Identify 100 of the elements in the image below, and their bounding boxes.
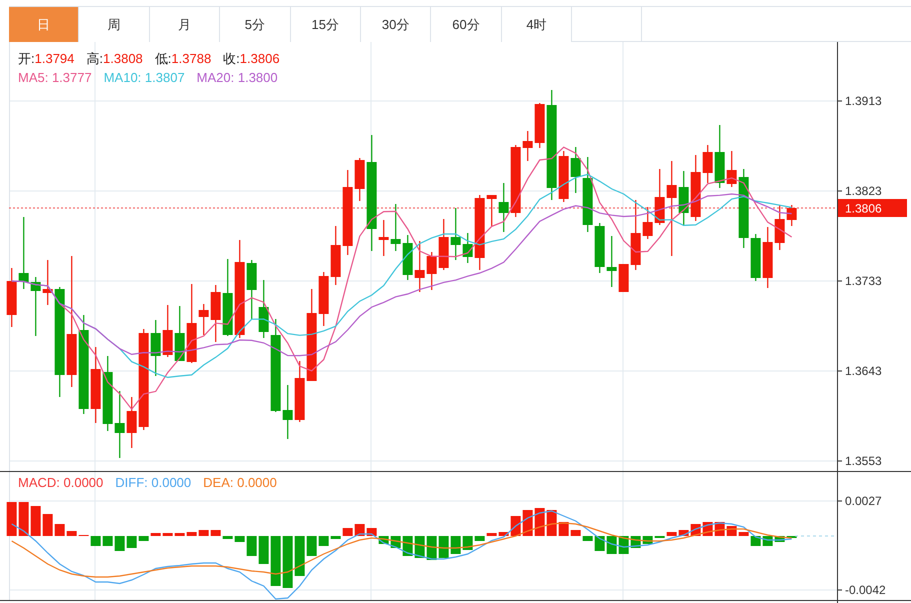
candlestick xyxy=(258,280,269,338)
candlestick xyxy=(174,306,185,361)
current-price-tag: 1.3806 xyxy=(838,199,907,217)
macd-bar xyxy=(114,536,125,551)
macd-bar xyxy=(342,528,353,536)
candlestick xyxy=(402,235,413,280)
candlestick xyxy=(114,391,125,458)
candlestick xyxy=(594,223,605,273)
candlestick xyxy=(630,200,641,270)
moving-average-reading: MA5: 1.3777 xyxy=(18,70,92,85)
candlestick xyxy=(606,236,617,287)
period-tab[interactable]: 4时 xyxy=(502,7,572,42)
candlestick xyxy=(330,226,341,285)
macd-bar xyxy=(66,531,77,536)
candlestick xyxy=(30,277,41,336)
candlestick xyxy=(210,285,221,342)
period-tab[interactable]: 月 xyxy=(150,7,220,42)
macd-bar xyxy=(222,536,233,539)
candlestick xyxy=(390,204,401,251)
macd-reading: DEA: 0.0000 xyxy=(203,475,277,490)
macd-bar xyxy=(318,536,329,546)
candlestick xyxy=(774,205,785,250)
candlestick xyxy=(42,260,53,305)
macd-bar xyxy=(270,536,281,586)
period-tab[interactable]: 5分 xyxy=(220,7,291,42)
candlestick xyxy=(246,260,257,319)
candlestick xyxy=(522,131,533,161)
macd-bar xyxy=(582,536,593,541)
macd-bar xyxy=(450,536,461,554)
candlestick xyxy=(762,227,773,288)
candlestick xyxy=(510,145,521,217)
axis-label: 1.3913 xyxy=(845,94,882,108)
macd-bar xyxy=(162,533,173,536)
macd-bar xyxy=(438,536,449,558)
macd-bar xyxy=(486,533,497,536)
candlestick xyxy=(486,195,497,226)
candlestick xyxy=(498,183,509,232)
macd-bar xyxy=(738,532,749,536)
price-reading: 高:1.3808 xyxy=(86,51,143,66)
candlestick xyxy=(750,234,761,281)
candlestick xyxy=(618,264,629,292)
candlestick xyxy=(426,252,437,290)
price-reading: 低:1.3788 xyxy=(154,51,212,66)
macd-bar xyxy=(138,536,149,541)
moving-average-reading: MA10: 1.3807 xyxy=(104,70,185,85)
candlestick xyxy=(318,272,329,326)
candlestick xyxy=(126,397,137,448)
candlestick xyxy=(282,385,293,439)
macd-reading: MACD: 0.0000 xyxy=(18,475,104,490)
macd-bar xyxy=(426,536,437,560)
macd-bar xyxy=(282,536,293,588)
period-tab[interactable]: 30分 xyxy=(360,7,432,42)
period-tab[interactable]: 15分 xyxy=(290,7,361,42)
axis-label: 1.3733 xyxy=(845,274,882,288)
candlestick xyxy=(378,220,389,256)
macd-bar xyxy=(294,536,305,576)
macd-bar xyxy=(462,536,473,550)
macd-bar xyxy=(246,536,257,556)
candlestick xyxy=(558,151,569,202)
macd-bar xyxy=(234,536,245,542)
candlestick xyxy=(294,361,305,422)
macd-bar xyxy=(90,536,101,546)
candlestick xyxy=(678,171,689,226)
axis-label: 0.0027 xyxy=(845,494,882,508)
candlestick xyxy=(198,304,209,335)
macd-reading: DIFF: 0.0000 xyxy=(115,475,192,490)
candlestick xyxy=(654,169,665,225)
macd-bar xyxy=(174,533,185,536)
macd-bar xyxy=(42,514,53,536)
macd-bar xyxy=(498,532,509,536)
macd-bar xyxy=(6,502,17,536)
macd-bar xyxy=(354,524,365,536)
candlestick xyxy=(450,208,461,260)
macd-bar xyxy=(570,530,581,536)
macd-bar xyxy=(186,532,197,536)
axis-label: 1.3643 xyxy=(845,364,882,378)
candlestick xyxy=(414,241,425,292)
macd-bar xyxy=(606,536,617,554)
period-tab[interactable]: 60分 xyxy=(431,7,502,42)
axis-label: 1.3553 xyxy=(845,454,882,468)
macd-bar xyxy=(750,536,761,546)
price-reading: 收:1.3806 xyxy=(223,51,280,66)
candlestick xyxy=(438,219,449,270)
macd-bar xyxy=(54,524,65,536)
candlestick xyxy=(462,233,473,263)
macd-bar xyxy=(558,522,569,536)
candlestick xyxy=(18,217,29,289)
candlestick xyxy=(354,158,365,201)
macd-bar xyxy=(126,536,137,548)
candlestick xyxy=(726,151,737,187)
macd-bar xyxy=(102,536,113,546)
candlestick xyxy=(150,320,161,376)
macd-bar xyxy=(30,506,41,536)
candlestick xyxy=(6,268,17,327)
moving-average-reading: MA20: 1.3800 xyxy=(196,70,278,85)
candlestick xyxy=(534,103,545,148)
macd-bar xyxy=(306,536,317,556)
macd-bar xyxy=(198,530,209,536)
period-tab[interactable]: 周 xyxy=(79,7,150,42)
axis-label: -0.0042 xyxy=(845,583,886,597)
